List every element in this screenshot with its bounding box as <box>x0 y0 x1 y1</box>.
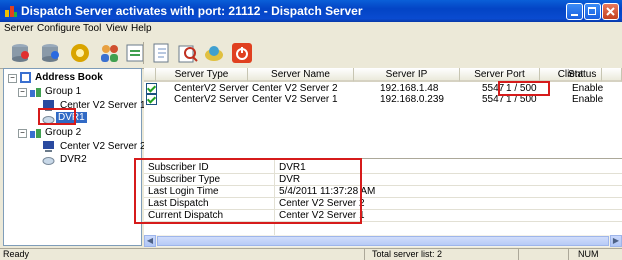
column-header-server-type[interactable]: Server Type <box>156 68 248 82</box>
title-bar[interactable]: Dispatch Server activates with port: 211… <box>0 0 622 22</box>
num-lock-indicator: NUM <box>578 249 599 259</box>
dvr-icon <box>42 157 55 165</box>
menu-view[interactable]: View <box>106 23 128 34</box>
scroll-right-arrow[interactable]: ▶ <box>610 235 622 247</box>
address-book-icon <box>20 72 31 83</box>
power-icon[interactable] <box>230 41 254 65</box>
close-icon <box>606 7 615 16</box>
search-icon[interactable] <box>176 41 200 65</box>
column-header-server-ip[interactable]: Server IP <box>354 68 460 82</box>
status-text: Ready <box>3 249 30 259</box>
tree-group-2[interactable]: Group 2 <box>45 127 81 138</box>
tree-item-center-server-2[interactable]: Center V2 Server 2 <box>60 141 146 152</box>
maximize-button[interactable] <box>584 3 601 20</box>
gear-icon[interactable] <box>68 41 92 65</box>
column-header-server-name[interactable]: Server Name <box>248 68 354 82</box>
address-book-tree[interactable]: − Address Book − Group 1 Center V2 Serve… <box>3 68 146 246</box>
tree-group-1[interactable]: Group 1 <box>45 86 81 97</box>
cell-server-type: CenterV2 Server <box>174 83 249 94</box>
table-row[interactable]: CenterV2 Server Center V2 Server 1 192.1… <box>144 94 622 105</box>
collapse-toggle[interactable]: − <box>8 74 17 83</box>
row-checkbox[interactable] <box>146 83 157 94</box>
server-icon[interactable] <box>8 41 32 65</box>
collapse-toggle[interactable]: − <box>18 129 27 138</box>
scroll-left-arrow[interactable]: ◀ <box>144 235 156 247</box>
tree-root[interactable]: Address Book <box>35 72 103 83</box>
scroll-thumb[interactable] <box>157 236 609 246</box>
tree-item-dvr2[interactable]: DVR2 <box>60 154 87 165</box>
cell-server-name: Center V2 Server 2 <box>252 83 338 94</box>
minimize-button[interactable] <box>566 3 583 20</box>
cell-status: Enable <box>572 94 604 105</box>
menu-configure[interactable]: Configure <box>37 23 80 34</box>
menu-help[interactable]: Help <box>131 23 152 34</box>
menu-tool[interactable]: Tool <box>83 23 101 34</box>
cell-server-ip: 192.168.1.48 <box>380 83 439 94</box>
table-row[interactable]: CenterV2 Server Center V2 Server 2 192.1… <box>144 83 622 94</box>
horizontal-scrollbar[interactable]: ◀ ▶ <box>144 235 622 247</box>
cell-server-ip: 192.168.0.239 <box>380 94 444 105</box>
highlight-box <box>38 108 76 125</box>
toolbar-separator <box>143 42 144 64</box>
group-icon <box>30 129 41 138</box>
subscriber-detail-panel: Subscriber ID DVR1 Subscriber Type DVR L… <box>134 158 622 235</box>
server-count: Total server list: 2 <box>372 249 443 259</box>
users-icon[interactable] <box>98 41 122 65</box>
menu-bar: Server Configure Tool View Help <box>0 22 622 38</box>
column-header-check[interactable] <box>144 68 156 82</box>
window-title: Dispatch Server activates with port: 211… <box>21 4 363 18</box>
column-header-server-port[interactable]: Server Port <box>460 68 540 82</box>
column-header-status-label: Status <box>568 69 597 80</box>
help-icon[interactable] <box>202 41 226 65</box>
import-icon[interactable] <box>124 41 148 65</box>
cell-server-type: CenterV2 Server <box>174 94 249 105</box>
server-icon <box>43 141 54 152</box>
column-header-status[interactable] <box>602 68 622 82</box>
menu-server[interactable]: Server <box>4 23 33 34</box>
cell-server-name: Center V2 Server 1 <box>252 94 338 105</box>
close-button[interactable] <box>602 3 619 20</box>
status-bar: Ready Total server list: 2 NUM <box>0 248 622 260</box>
server-add-icon[interactable] <box>38 41 62 65</box>
server-list[interactable]: Server Type Server Name Server IP Server… <box>144 68 622 158</box>
export-icon[interactable] <box>150 41 174 65</box>
app-icon <box>5 6 17 17</box>
group-icon <box>30 88 41 97</box>
highlight-box <box>498 81 550 96</box>
toolbar <box>0 38 622 69</box>
cell-status: Enable <box>572 83 604 94</box>
row-checkbox[interactable] <box>146 94 157 105</box>
collapse-toggle[interactable]: − <box>18 88 27 97</box>
highlight-box <box>134 158 362 224</box>
